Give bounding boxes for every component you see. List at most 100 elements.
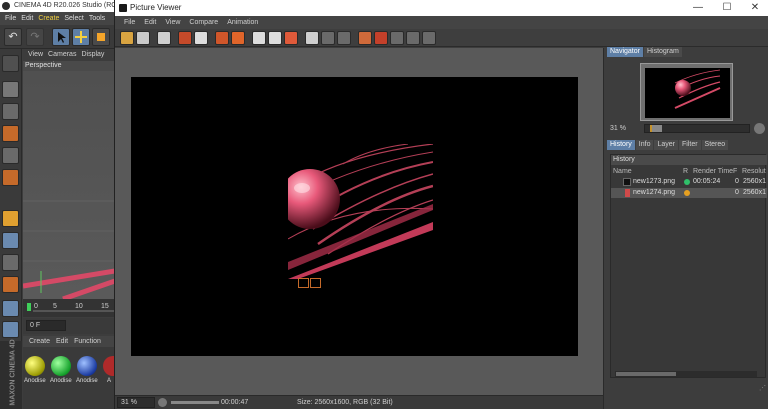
zoom-icon[interactable] (284, 31, 298, 45)
viewport-menu-cameras[interactable]: Cameras (48, 51, 76, 58)
b-buffer-icon[interactable] (321, 31, 335, 45)
open-folder-icon[interactable] (120, 31, 134, 45)
workplane-icon[interactable] (2, 276, 19, 293)
c4d-menu-edit[interactable]: Edit (21, 15, 33, 22)
column-resolution[interactable]: Resolut (742, 167, 766, 176)
history-header: History (611, 155, 767, 165)
fit-window-icon[interactable] (268, 31, 282, 45)
edges-icon[interactable] (2, 125, 19, 142)
texture-icon[interactable] (2, 169, 19, 186)
tab-info[interactable]: Info (635, 140, 654, 150)
current-frame-input[interactable]: 0 F (26, 320, 66, 331)
column-render-time[interactable]: Render Time (693, 167, 733, 176)
render-view-icon[interactable] (194, 31, 208, 45)
tab-navigator[interactable]: Navigator (607, 47, 643, 57)
tweak-icon[interactable] (2, 232, 19, 249)
c4d-menu-file[interactable]: File (5, 15, 16, 22)
filter-icon[interactable] (374, 31, 388, 45)
scrollbar-thumb[interactable] (616, 372, 676, 376)
c4d-menu-tools[interactable]: Tools (89, 15, 105, 22)
cube-icon[interactable] (2, 81, 19, 98)
layer-icon[interactable] (406, 31, 420, 45)
tab-filter[interactable]: Filter (678, 140, 701, 150)
undo-icon[interactable]: ↶ (4, 28, 22, 46)
select-cursor-icon[interactable] (52, 28, 70, 46)
a-buffer-icon[interactable] (305, 31, 319, 45)
polygons-icon[interactable] (2, 147, 19, 164)
film-icon[interactable] (157, 31, 171, 45)
play-icon[interactable] (158, 398, 167, 407)
stereo-icon[interactable] (390, 31, 404, 45)
points-icon[interactable] (2, 103, 19, 120)
material-label: Anodise (50, 378, 72, 384)
slider-thumb[interactable] (649, 125, 662, 132)
redo-icon[interactable]: ↷ (26, 28, 44, 46)
navigator-zoom-slider[interactable] (644, 124, 750, 133)
material-swatch[interactable] (51, 356, 71, 376)
alpha-icon[interactable] (358, 31, 372, 45)
picture-viewer-window: Picture Viewer — ☐ ✕ File Edit View Compare… (114, 0, 768, 409)
pv-menu-view[interactable]: View (165, 19, 180, 26)
scale-icon[interactable] (92, 28, 110, 46)
grayscale-icon[interactable] (337, 31, 351, 45)
material-label: A (107, 378, 112, 384)
thumbnail-icon (623, 178, 631, 186)
navigator-thumbnail[interactable] (640, 63, 733, 121)
viewport-menu-view[interactable]: View (28, 51, 43, 58)
fit-screen-icon[interactable] (252, 31, 266, 45)
pv-menu-file[interactable]: File (124, 19, 135, 26)
frame-field-row: 0 F (23, 318, 115, 334)
ab-compare-icon[interactable] (215, 31, 229, 45)
axis-icon[interactable] (2, 210, 19, 227)
material-menu-create[interactable]: Create (29, 338, 50, 345)
save-icon[interactable] (136, 31, 150, 45)
region-selection-boxes[interactable] (298, 278, 322, 289)
tab-histogram[interactable]: Histogram (643, 47, 682, 57)
material-swatch[interactable] (77, 356, 97, 376)
column-frame[interactable]: F (733, 167, 737, 176)
c4d-menu-select[interactable]: Select (64, 15, 83, 22)
pv-menu-edit[interactable]: Edit (144, 19, 156, 26)
resize-grip-icon[interactable]: ⋰ (759, 384, 768, 392)
tab-stereo[interactable]: Stereo (701, 140, 729, 150)
move-icon[interactable] (72, 28, 90, 46)
history-tabs: History Info Layer Filter Stereo (607, 140, 729, 150)
region-box[interactable] (298, 278, 309, 288)
grid-icon[interactable] (2, 300, 19, 317)
maximize-button[interactable]: ☐ (714, 0, 740, 16)
region-box[interactable] (310, 278, 321, 288)
column-name[interactable]: Name (613, 167, 632, 176)
render-image[interactable] (288, 144, 433, 279)
close-button[interactable]: ✕ (742, 0, 768, 16)
zoom-reset-button[interactable] (754, 123, 765, 134)
history-row[interactable]: new1273.png 00:05:24 0 2560x1 (611, 177, 767, 187)
lock-icon[interactable] (2, 321, 19, 338)
column-r[interactable]: R (683, 167, 688, 176)
zoom-level-field[interactable]: 31 % (117, 397, 155, 408)
material-menu-edit[interactable]: Edit (56, 338, 68, 345)
tab-history[interactable]: History (607, 140, 635, 150)
thumbnail-icon (625, 189, 630, 197)
history-scrollbar[interactable] (615, 371, 757, 377)
c4d-viewport[interactable]: View Cameras Display Perspective (22, 49, 116, 302)
material-swatch[interactable] (25, 356, 45, 376)
tab-layer[interactable]: Layer (654, 140, 678, 150)
history-name: new1274.png (633, 189, 676, 196)
viewport-canvas[interactable] (22, 71, 116, 302)
maxon-text: MAXON CINEMA 4D (9, 339, 17, 406)
minimize-button[interactable]: — (685, 0, 711, 16)
pv-menu-animation[interactable]: Animation (227, 19, 258, 26)
picture-viewer-canvas[interactable] (115, 48, 603, 395)
pv-menu-compare[interactable]: Compare (189, 19, 218, 26)
timeline[interactable]: 0 5 10 15 (23, 299, 115, 317)
viewport-menu-display[interactable]: Display (81, 51, 104, 58)
c4d-menu-create[interactable]: Create (38, 15, 59, 22)
snap-icon[interactable] (2, 254, 19, 271)
history-row[interactable]: new1274.png 0 2560x1 (611, 188, 767, 198)
ab-swap-icon[interactable] (231, 31, 245, 45)
material-menu-function[interactable]: Function (74, 338, 101, 345)
mode-icon[interactable] (2, 55, 19, 72)
time-scrubber[interactable] (171, 401, 219, 404)
render-region-icon[interactable] (178, 31, 192, 45)
settings-icon[interactable] (422, 31, 436, 45)
